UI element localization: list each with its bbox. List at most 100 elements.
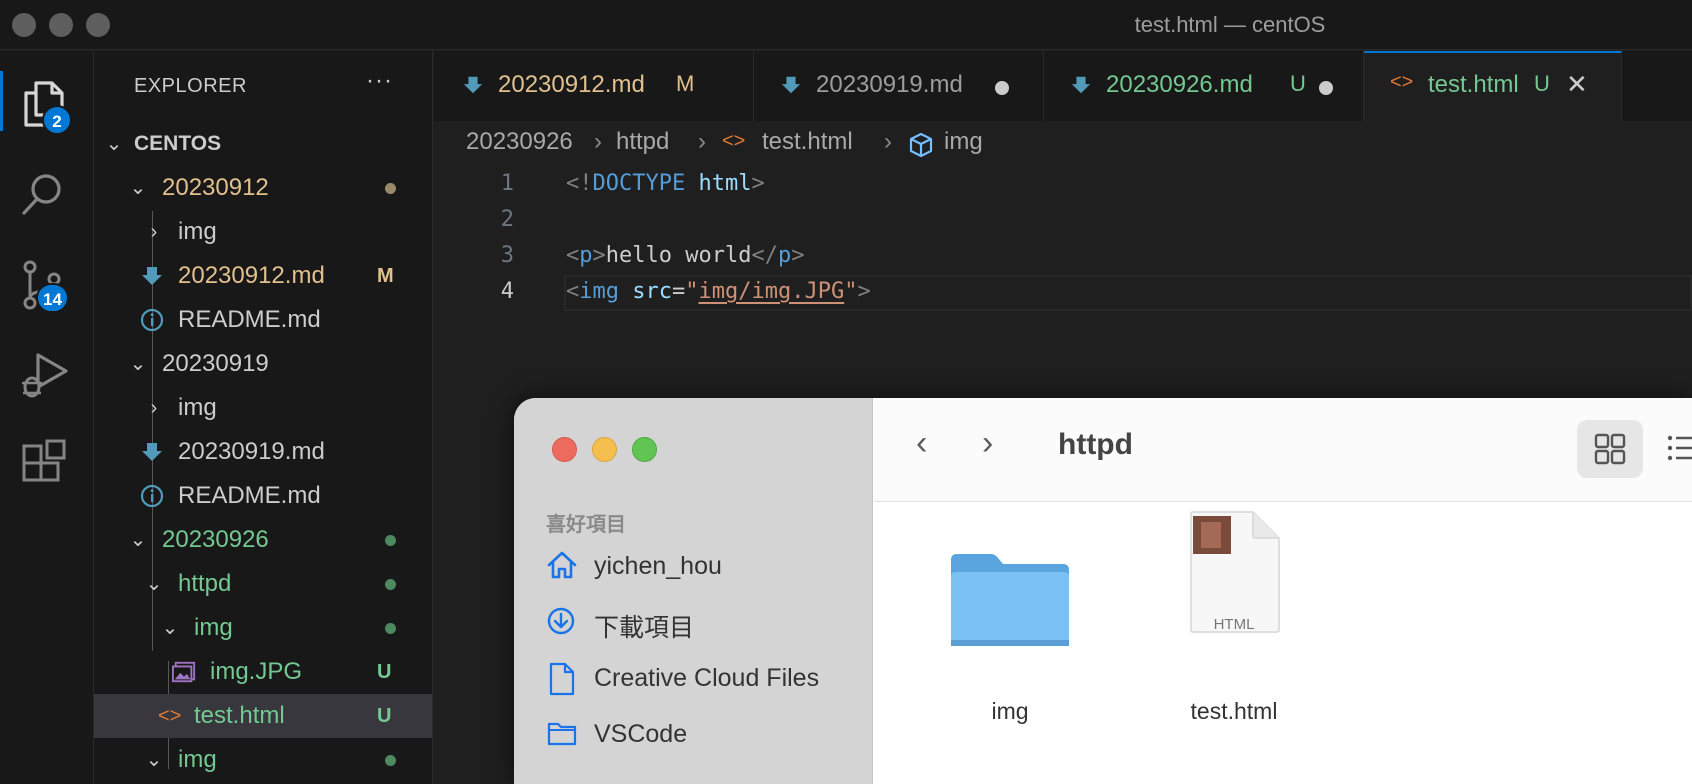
- code-token: src: [632, 279, 672, 304]
- favorites-header: 喜好項目: [546, 514, 626, 536]
- explorer-more-button[interactable]: ···: [366, 67, 393, 95]
- chevron-down-icon: ⌄: [105, 133, 123, 155]
- forward-button[interactable]: ›: [982, 424, 993, 463]
- line-number: 2: [500, 207, 514, 232]
- list-view-icon[interactable]: [1666, 432, 1692, 466]
- tree-label: README.md: [178, 482, 321, 509]
- code-token: ": [685, 279, 699, 304]
- breadcrumb-item[interactable]: httpd: [616, 128, 669, 156]
- unsaved-dot[interactable]: [1319, 81, 1333, 95]
- code-token: >: [751, 171, 765, 196]
- back-button[interactable]: ‹: [916, 424, 927, 463]
- tree-file-readme[interactable]: README.md: [94, 474, 432, 518]
- close-window-button[interactable]: [12, 13, 36, 37]
- chevron-down-icon: ⌄: [129, 177, 147, 199]
- activity-source-control[interactable]: 14: [0, 241, 94, 321]
- tree-folder-img[interactable]: › img: [94, 386, 432, 430]
- tree-folder-httpd[interactable]: ⌄ httpd: [94, 562, 432, 606]
- line-number: 1: [500, 171, 514, 196]
- tree-label: 20230919.md: [178, 438, 325, 465]
- tree-file-20230919-md[interactable]: 20230919.md: [94, 430, 432, 474]
- symbol-element-icon: [909, 132, 933, 158]
- chevron-right-icon: ›: [884, 128, 892, 155]
- tree-label: img: [194, 614, 233, 641]
- code-token: </: [751, 243, 778, 268]
- git-status: M: [676, 71, 695, 96]
- code-token: p: [579, 243, 593, 268]
- code-token: html: [698, 171, 752, 196]
- code-line-1[interactable]: <!DOCTYPE html>: [566, 171, 765, 196]
- tree-label: 20230912: [162, 174, 269, 201]
- line-number: 3: [500, 243, 514, 268]
- image-file-icon: [172, 661, 196, 683]
- tree-file-img-jpg[interactable]: img.JPG U: [94, 650, 432, 694]
- unsaved-dot[interactable]: [995, 81, 1009, 95]
- chevron-down-icon: ⌄: [145, 749, 163, 771]
- code-token: >: [592, 243, 606, 268]
- code-link[interactable]: img/img.JPG: [699, 279, 845, 304]
- finder-title: httpd: [1058, 428, 1133, 461]
- activity-search[interactable]: [0, 151, 94, 231]
- zoom-window-button[interactable]: [86, 13, 110, 37]
- untracked-dot: [385, 579, 396, 590]
- modified-dot: [385, 183, 396, 194]
- icon-view-button[interactable]: [1577, 420, 1643, 478]
- finder-toolbar: ‹ › httpd: [874, 398, 1692, 502]
- activity-extensions[interactable]: [0, 421, 94, 501]
- info-icon: [140, 484, 164, 508]
- git-status: M: [377, 265, 394, 287]
- file-item-test-html[interactable]: HTML test.html: [1144, 511, 1324, 746]
- untracked-dot: [385, 755, 396, 766]
- file-item-img[interactable]: img: [920, 546, 1100, 746]
- scm-badge: 14: [36, 283, 69, 313]
- code-token: DOCTYPE: [592, 171, 686, 196]
- finder-close-button[interactable]: [552, 437, 577, 462]
- code-line-3[interactable]: <p>hello world</p>: [566, 243, 804, 268]
- chevron-down-icon: ⌄: [145, 573, 163, 595]
- tab-20230912-md[interactable]: 20230912.md M: [434, 51, 754, 121]
- editor-tabs: 20230912.md M 20230919.md 20230926.md U …: [434, 51, 1692, 121]
- code-token: p: [777, 243, 792, 268]
- finder-minimize-button[interactable]: [592, 437, 617, 462]
- tree-file-test-html[interactable]: <> test.html U: [94, 694, 432, 738]
- close-tab-icon[interactable]: ✕: [1566, 69, 1588, 100]
- tree-label: img: [178, 218, 217, 245]
- run-debug-icon: [22, 353, 68, 398]
- tree-folder-img[interactable]: ⌄ img: [94, 606, 432, 650]
- tree-folder-img[interactable]: ⌄ img: [94, 738, 432, 782]
- tab-20230919-md[interactable]: 20230919.md: [754, 51, 1044, 121]
- tree-folder-20230919[interactable]: ⌄ 20230919: [94, 342, 432, 386]
- workspace-root[interactable]: ⌄ CENTOS: [94, 122, 432, 166]
- finder-window: 喜好項目 yichen_hou 下載項目 Creative Cloud File…: [514, 398, 1692, 784]
- explorer-sidebar: EXPLORER ··· ⌄ CENTOS ⌄ 20230912 › img 2…: [94, 51, 433, 784]
- folder-icon: [951, 554, 1069, 646]
- html-icon: <>: [158, 705, 182, 727]
- finder-zoom-button[interactable]: [632, 437, 657, 462]
- tree-folder-img[interactable]: › img: [94, 210, 432, 254]
- tab-test-html[interactable]: <> test.html U ✕: [1364, 51, 1622, 121]
- file-type-badge: HTML: [1213, 616, 1255, 633]
- breadcrumb-item[interactable]: test.html: [762, 128, 853, 156]
- grid-icon: [1594, 433, 1626, 465]
- tab-label: test.html: [1428, 71, 1519, 98]
- search-icon: [22, 174, 61, 215]
- tree-folder-20230912[interactable]: ⌄ 20230912: [94, 166, 432, 210]
- git-status: U: [1534, 71, 1550, 96]
- home-icon: [547, 551, 577, 579]
- tab-20230926-md[interactable]: 20230926.md U: [1044, 51, 1364, 121]
- download-icon: [547, 607, 575, 635]
- tree-label: img.JPG: [210, 658, 303, 685]
- tree-folder-20230926[interactable]: ⌄ 20230926: [94, 518, 432, 562]
- tree-file-readme[interactable]: README.md: [94, 298, 432, 342]
- code-line-4[interactable]: <img src="img/img.JPG">: [566, 279, 871, 304]
- activity-run-debug[interactable]: [0, 331, 94, 411]
- tree-label: test.html: [194, 702, 285, 729]
- tree-file-20230912-md[interactable]: 20230912.md M: [94, 254, 432, 298]
- minimize-window-button[interactable]: [49, 13, 73, 37]
- chevron-right-icon: ›: [150, 221, 158, 243]
- breadcrumb-item[interactable]: 20230926: [466, 128, 573, 156]
- breadcrumb-item[interactable]: img: [944, 128, 983, 156]
- activity-explorer[interactable]: 2: [0, 61, 94, 141]
- favorite-label: Creative Cloud Files: [594, 664, 820, 692]
- code-token: =: [672, 279, 686, 304]
